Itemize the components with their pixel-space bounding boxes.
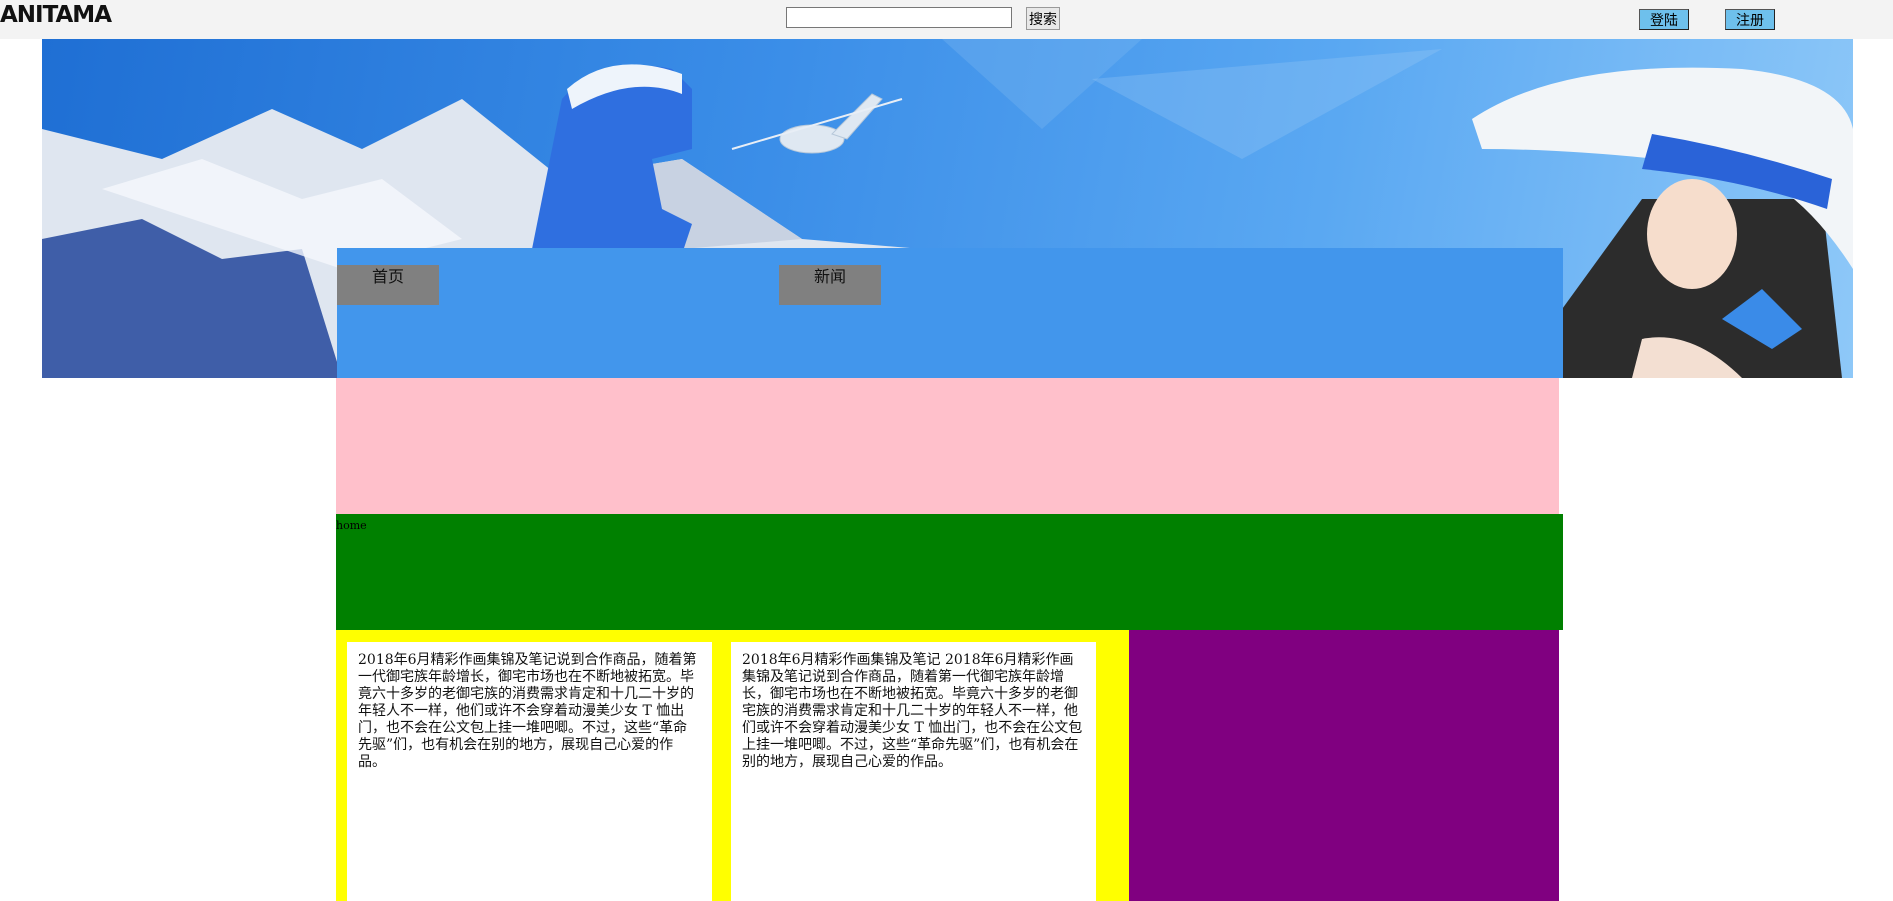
login-button[interactable]: 登陆 (1639, 9, 1689, 30)
article-text: 2018年6月精彩作画集锦及笔记 2018年6月精彩作画集锦及笔记说到合作商品，… (742, 652, 1083, 770)
article-card: 2018年6月精彩作画集锦及笔记 2018年6月精彩作画集锦及笔记说到合作商品，… (731, 642, 1096, 901)
green-section: home (336, 514, 1563, 630)
purple-section (1129, 630, 1559, 901)
article-section: 2018年6月精彩作画集锦及笔记说到合作商品，随着第一代御宅族年龄增长，御宅市场… (336, 630, 1129, 901)
register-button[interactable]: 注册 (1725, 9, 1775, 30)
nav-item-news[interactable]: 新闻 (779, 265, 881, 305)
search-button[interactable]: 搜索 (1026, 7, 1060, 30)
top-bar: ANITAMA 搜索 登陆 注册 (0, 0, 1893, 39)
article-text: 2018年6月精彩作画集锦及笔记说到合作商品，随着第一代御宅族年龄增长，御宅市场… (358, 652, 697, 770)
home-label: home (336, 519, 367, 532)
main-nav: 首页 新闻 (337, 248, 1563, 378)
nav-item-home[interactable]: 首页 (337, 265, 439, 305)
search-input[interactable] (786, 7, 1012, 28)
site-logo[interactable]: ANITAMA (0, 0, 112, 30)
article-card: 2018年6月精彩作画集锦及笔记说到合作商品，随着第一代御宅族年龄增长，御宅市场… (347, 642, 712, 901)
pink-section (336, 378, 1559, 514)
